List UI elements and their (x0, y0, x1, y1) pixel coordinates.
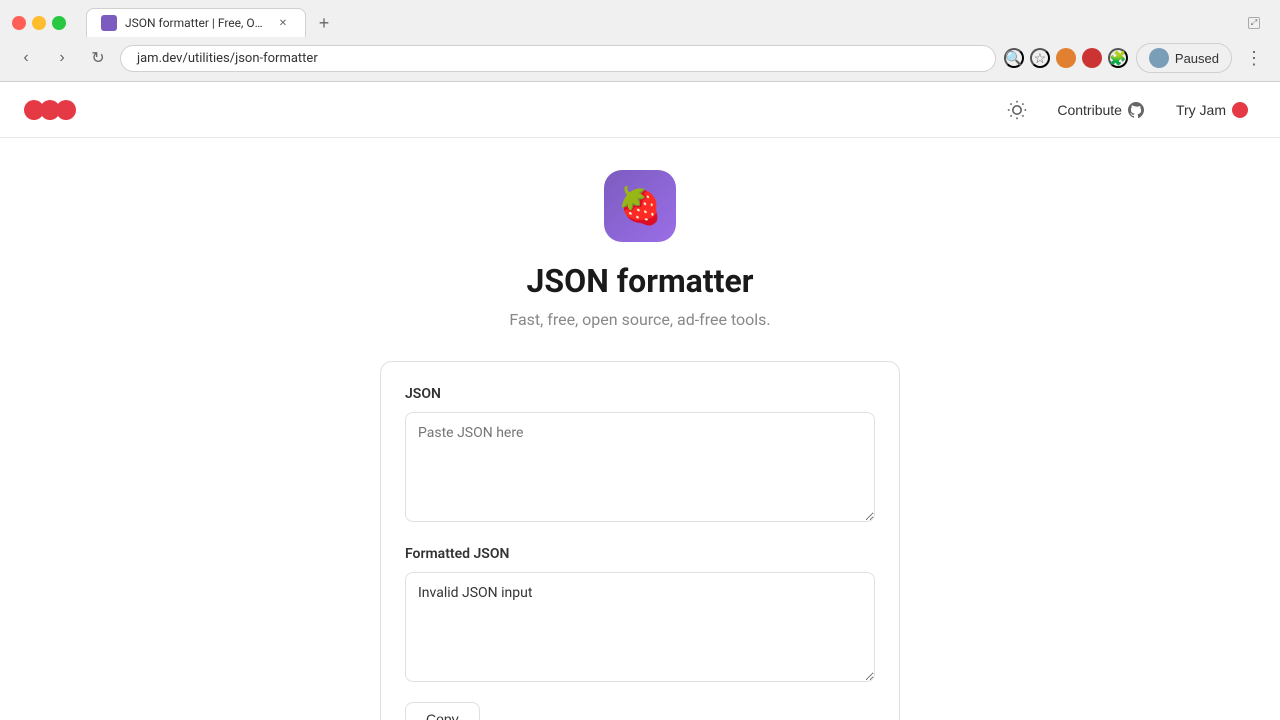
json-input[interactable] (405, 412, 875, 522)
copy-button[interactable]: Copy (405, 702, 480, 720)
output-section-label: Formatted JSON (405, 546, 875, 562)
page-header: Contribute Try Jam (0, 82, 1280, 138)
formatted-output[interactable] (405, 572, 875, 682)
tabs-bar: JSON formatter | Free, Open... ✕ + (86, 8, 338, 37)
app-icon: 🍓 (604, 170, 676, 242)
paused-label: Paused (1175, 51, 1219, 66)
tab-close-button[interactable]: ✕ (275, 15, 291, 31)
tab-title: JSON formatter | Free, Open... (125, 16, 267, 30)
try-jam-button[interactable]: Try Jam (1168, 98, 1256, 122)
address-actions: 🔍 ☆ 🧩 (1004, 48, 1128, 68)
sun-icon (1007, 100, 1027, 120)
active-tab[interactable]: JSON formatter | Free, Open... ✕ (86, 8, 306, 37)
search-icon-btn[interactable]: 🔍 (1004, 48, 1024, 68)
maximize-window-button[interactable] (52, 16, 66, 30)
page-title: JSON formatter (527, 262, 754, 300)
shield-icon[interactable] (1056, 48, 1076, 68)
logo-icons (24, 96, 76, 124)
app-icon-emoji: 🍓 (618, 185, 663, 227)
paused-button[interactable]: Paused (1136, 43, 1232, 73)
github-icon (1128, 102, 1144, 118)
title-bar: JSON formatter | Free, Open... ✕ + ⤢ (0, 0, 1280, 37)
contribute-label: Contribute (1057, 102, 1122, 118)
forward-button[interactable]: › (48, 44, 76, 72)
menu-button[interactable]: ⋮ (1240, 44, 1268, 72)
formatted-section: Formatted JSON (405, 546, 875, 686)
contribute-button[interactable]: Contribute (1049, 98, 1152, 122)
close-window-button[interactable] (12, 16, 26, 30)
address-bar: ‹ › ↻ jam.dev/utilities/json-formatter 🔍… (0, 37, 1280, 81)
bookmark-icon-btn[interactable]: ☆ (1030, 48, 1050, 68)
minimize-window-button[interactable] (32, 16, 46, 30)
address-url: jam.dev/utilities/json-formatter (137, 51, 318, 66)
fullscreen-icon: ⤢ (1248, 17, 1260, 29)
main-content: 🍓 JSON formatter Fast, free, open source… (0, 138, 1280, 720)
new-tab-button[interactable]: + (310, 9, 338, 37)
extensions-icon-btn[interactable]: 🧩 (1108, 48, 1128, 68)
tool-card: JSON Formatted JSON Copy (380, 361, 900, 720)
jam-logo-dot (1232, 102, 1248, 118)
theme-toggle-button[interactable] (1001, 94, 1033, 126)
header-actions: Contribute Try Jam (1001, 94, 1256, 126)
user-avatar (1149, 48, 1169, 68)
back-button[interactable]: ‹ (12, 44, 40, 72)
hero-section: 🍓 JSON formatter Fast, free, open source… (509, 138, 770, 353)
tab-favicon (101, 15, 117, 31)
logo-area (24, 96, 76, 124)
window-controls (12, 16, 66, 30)
input-section-label: JSON (405, 386, 875, 402)
refresh-button[interactable]: ↻ (84, 44, 112, 72)
page-subtitle: Fast, free, open source, ad-free tools. (509, 310, 770, 329)
jam-ext-icon[interactable] (1082, 48, 1102, 68)
jam-logo (24, 96, 76, 124)
browser-chrome: JSON formatter | Free, Open... ✕ + ⤢ ‹ ›… (0, 0, 1280, 82)
address-input-container[interactable]: jam.dev/utilities/json-formatter (120, 45, 996, 72)
try-jam-label: Try Jam (1176, 102, 1226, 118)
